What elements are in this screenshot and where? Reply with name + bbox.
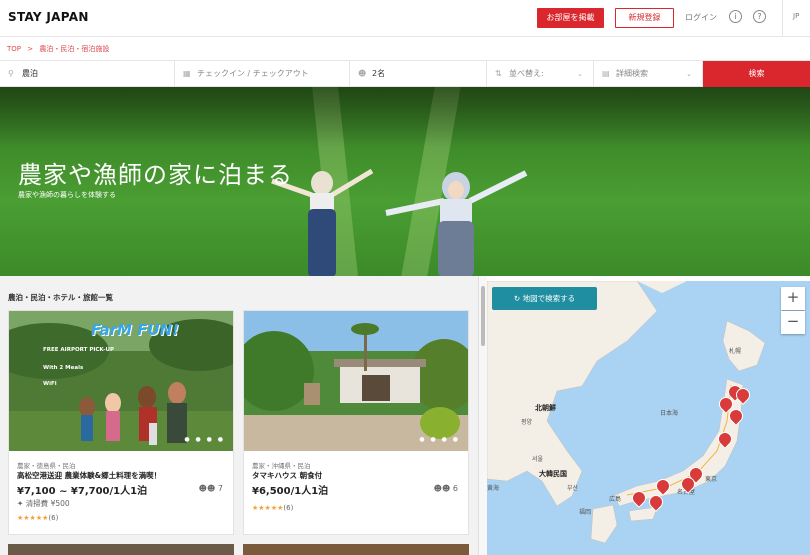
zoom-in-button[interactable]: + (781, 287, 805, 310)
guests-field[interactable]: ☻ 2名 (350, 61, 487, 87)
listing-scrollbar[interactable] (478, 276, 487, 555)
hero-subtitle: 農家や漁師の暮らしを体験する (18, 191, 116, 199)
house-photo-illustration (244, 311, 468, 451)
map-label-fukuoka: 福岡 (579, 509, 592, 516)
hero-banner: 農家や漁師の家に泊まる 農家や漁師の暮らしを体験する (0, 87, 810, 276)
listing-card[interactable]: ● ● ● ● 農家・沖縄県・民泊 タマキハウス 朝食付 ¥6,500/1人1泊… (243, 310, 469, 535)
search-bar: ⚲ 農泊 ▦ チェックイン / チェックアウト ☻ 2名 ⇅ 並べ替え: ⌄ ▤… (0, 60, 810, 87)
next-listing-preview[interactable] (243, 544, 469, 555)
guests-icon: ☻ (358, 69, 367, 78)
site-logo[interactable]: STAY JAPAN (8, 10, 89, 24)
map-label-south-korea: 大韓民国 (539, 470, 567, 478)
breadcrumb-current[interactable]: 農泊・民泊・宿泊施設 (39, 45, 109, 53)
keyword-field[interactable]: ⚲ 農泊 (0, 61, 175, 87)
filter-label: 詳細検索 (616, 69, 648, 78)
hero-shade (0, 87, 810, 147)
sort-select[interactable]: ⇅ 並べ替え: ⌄ (487, 61, 594, 87)
info-icon[interactable]: i (729, 10, 742, 23)
review-count: (6) (283, 504, 294, 512)
carousel-dots[interactable]: ● ● ● ● (419, 436, 460, 443)
listing-card[interactable]: FarM FUN! FREE AIRPORT PICK-UP With 2 Me… (8, 310, 234, 535)
listing-photo[interactable]: FarM FUN! FREE AIRPORT PICK-UP With 2 Me… (9, 311, 233, 451)
listing-category: 農家・沖縄県・民泊 (252, 462, 311, 470)
search-button[interactable]: 検索 (703, 61, 810, 87)
hero-title: 農家や漁師の家に泊まる (18, 161, 293, 189)
map-label-north-korea: 北朝鮮 (535, 404, 556, 412)
map-search-label: 地図で検索する (522, 294, 576, 303)
breadcrumb-top[interactable]: TOP (7, 45, 21, 53)
chevron-down-icon: ⌄ (686, 70, 692, 78)
overlay-pickup: FREE AIRPORT PICK-UP (43, 347, 114, 353)
filter-select[interactable]: ▤ 詳細検索 ⌄ (594, 61, 703, 87)
capacity-value: 7 (217, 484, 223, 493)
chevron-down-icon: ⌄ (577, 70, 583, 78)
signup-button[interactable]: 新規登録 (615, 8, 674, 28)
farm-fun-logo: FarM FUN! (91, 321, 180, 339)
review-count: (6) (48, 514, 59, 522)
overlay-meals: With 2 Meals (43, 365, 84, 371)
map-label-busan: 부산 (567, 485, 579, 492)
map-label-seoul: 서울 (532, 456, 544, 463)
listing-name[interactable]: 高松空港送迎 農業体験&郷土料理を満喫！ (17, 470, 161, 481)
sort-icon: ⇅ (495, 69, 502, 78)
map-label-yellow-sea: 黄海 (487, 485, 500, 492)
listing-price: ¥6,500/1人1泊 (252, 486, 329, 497)
overlay-wifi: WiFi (43, 381, 57, 387)
search-icon: ⚲ (8, 69, 14, 78)
star-icons: ★★★★★ (17, 514, 49, 522)
map-label-sea-of-japan: 日本海 (660, 410, 679, 417)
map-view[interactable]: 札幌 日本海 北朝鮮 평양 서울 大韓民国 부산 黄海 東京 名古屋 広島 福岡 (487, 281, 810, 555)
list-property-button[interactable]: お部屋を掲載 (537, 8, 604, 28)
rating: ★★★★★(6) (17, 514, 58, 522)
sort-label: 並べ替え: (509, 69, 544, 78)
capacity-value: 6 (452, 484, 458, 493)
keyword-value: 農泊 (22, 69, 38, 78)
map-search-button[interactable]: ↻ 地図で検索する (492, 287, 597, 310)
site-header: STAY JAPAN お部屋を掲載 新規登録 ログイン i ? JP (0, 0, 810, 37)
next-listing-preview[interactable] (8, 544, 234, 555)
map-land (487, 281, 766, 544)
listing-photo[interactable]: ● ● ● ● (244, 311, 468, 451)
cleaning-fee: ✦ 清掃費 ¥500 (17, 498, 70, 509)
login-link[interactable]: ログイン (685, 12, 717, 23)
header-divider (782, 0, 783, 37)
refresh-icon: ↻ (513, 294, 521, 303)
cleaning-fee-value: 清掃費 ¥500 (25, 499, 70, 508)
calendar-icon: ▦ (183, 69, 191, 78)
scrollbar-thumb[interactable] (481, 286, 485, 346)
guests-value: 2名 (372, 69, 386, 78)
date-field[interactable]: ▦ チェックイン / チェックアウト (175, 61, 350, 87)
guests-icon: ☻☻ (198, 484, 216, 493)
carousel-dots[interactable]: ● ● ● ● (184, 436, 225, 443)
map-label-hiroshima: 広島 (609, 496, 622, 503)
help-icon[interactable]: ? (753, 10, 766, 23)
map-label-pyongyang: 평양 (521, 419, 533, 426)
date-placeholder: チェックイン / チェックアウト (197, 69, 309, 78)
guests-icon: ☻☻ (433, 484, 451, 493)
listing-price: ¥7,100 ~ ¥7,700/1人1泊 (17, 486, 148, 497)
map-label-tokyo: 東京 (705, 476, 718, 483)
broom-icon: ✦ (17, 499, 24, 508)
map-label-sapporo: 札幌 (729, 348, 742, 355)
listing-capacity: ☻☻ 7 (199, 484, 223, 493)
listing-title: 農泊・民泊・ホテル・旅館一覧 (8, 293, 113, 302)
hero-person-right (385, 170, 528, 276)
breadcrumb: TOP > 農泊・民泊・宿泊施設 (7, 44, 113, 54)
zoom-out-button[interactable]: − (781, 311, 805, 334)
language-selector[interactable]: JP (793, 12, 799, 20)
listing-capacity: ☻☻ 6 (434, 484, 458, 493)
listing-name[interactable]: タマキハウス 朝食付 (252, 470, 322, 481)
filter-icon: ▤ (602, 69, 610, 78)
listing-category: 農家・徳島県・民泊 (17, 462, 76, 470)
rating: ★★★★★(6) (252, 504, 293, 512)
breadcrumb-separator: > (27, 45, 34, 53)
star-icons: ★★★★★ (252, 504, 284, 512)
